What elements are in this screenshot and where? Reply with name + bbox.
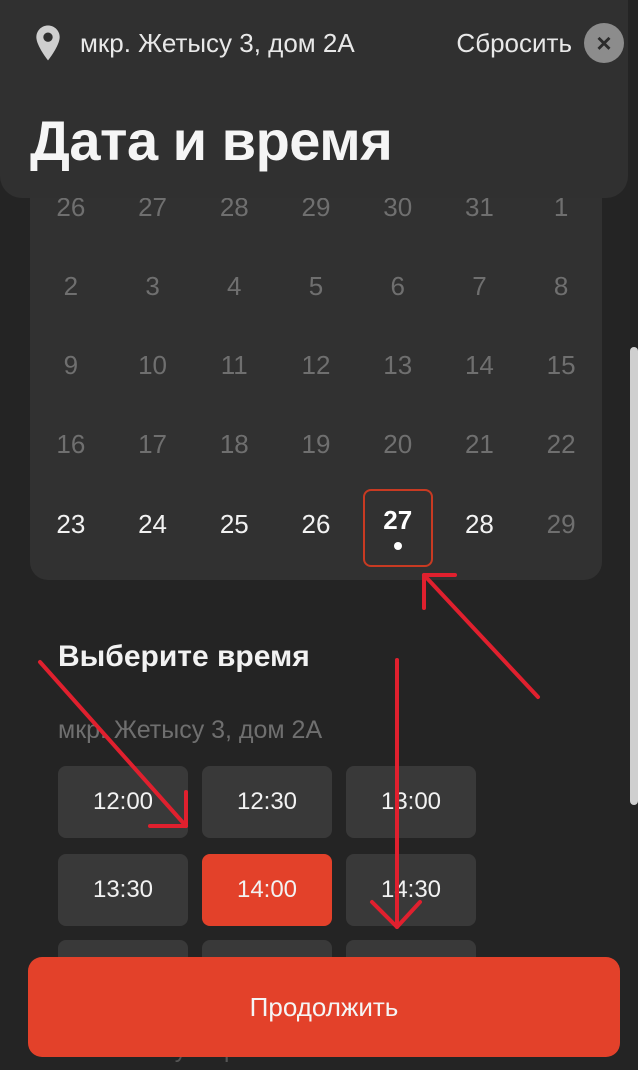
calendar-day[interactable]: 25	[193, 494, 275, 554]
time-section-location: мкр. Жетысу 3, дом 2А	[58, 716, 323, 744]
calendar-week: 9 10 11 12 13 14 15	[30, 335, 602, 395]
calendar: 26 27 28 29 30 31 1 2 3 4 5 6 7 8 9 10 1…	[30, 150, 602, 580]
calendar-day: 14	[464, 349, 494, 380]
calendar-day: 18	[219, 428, 249, 459]
calendar-day: 13	[383, 349, 413, 380]
calendar-week: 23 24 25 26 27 28 29	[30, 489, 602, 567]
calendar-day[interactable]: 23	[30, 494, 112, 554]
calendar-day: 4	[227, 270, 242, 301]
time-slot[interactable]: 13:30	[58, 854, 188, 926]
today-dot	[393, 542, 402, 550]
address-text[interactable]: мкр. Жетысу 3, дом 2А	[80, 28, 456, 59]
calendar-day[interactable]: 28	[439, 494, 521, 554]
time-section-title: Выберите время	[58, 640, 310, 673]
map-pin-icon	[36, 25, 60, 61]
reset-button[interactable]: Сбросить	[456, 28, 572, 59]
calendar-day: 6	[390, 270, 405, 301]
time-slot[interactable]: 12:00	[58, 766, 188, 838]
calendar-day[interactable]: 24	[112, 494, 194, 554]
calendar-day: 20	[383, 428, 413, 459]
address-bar[interactable]: мкр. Жетысу 3, дом 2А Сбросить ×	[34, 22, 624, 64]
time-slot-selected[interactable]: 14:00	[202, 854, 332, 926]
annotation-arrow	[422, 573, 540, 699]
page-title: Дата и время	[30, 109, 393, 172]
scrollbar[interactable]	[630, 347, 638, 805]
header: мкр. Жетысу 3, дом 2А Сбросить × Дата и …	[0, 0, 628, 198]
time-slot[interactable]: 12:30	[202, 766, 332, 838]
calendar-day: 15	[546, 349, 576, 380]
calendar-day: 12	[301, 349, 331, 380]
continue-button[interactable]: Продолжить	[28, 957, 620, 1057]
calendar-day: 22	[546, 428, 576, 459]
calendar-day: 2	[63, 270, 79, 301]
calendar-day: 10	[138, 349, 168, 380]
calendar-day: 7	[472, 270, 487, 301]
calendar-day: 3	[145, 270, 160, 301]
calendar-day-selected[interactable]: 27	[357, 489, 439, 567]
calendar-day: 19	[301, 428, 331, 459]
calendar-day: 8	[553, 270, 569, 301]
time-slot[interactable]: 14:30	[346, 854, 476, 926]
calendar-day: 29	[546, 508, 576, 539]
calendar-week: 2 3 4 5 6 7 8	[30, 256, 602, 316]
calendar-day: 16	[56, 428, 86, 459]
calendar-day: 11	[220, 349, 248, 380]
calendar-day: 21	[464, 428, 494, 459]
time-slot[interactable]: 13:00	[346, 766, 476, 838]
close-icon[interactable]: ×	[584, 23, 624, 63]
calendar-week: 16 17 18 19 20 21 22	[30, 414, 602, 474]
calendar-day: 9	[63, 349, 79, 380]
calendar-day[interactable]: 26	[275, 494, 357, 554]
calendar-day: 17	[138, 428, 168, 459]
calendar-day: 5	[308, 270, 324, 301]
